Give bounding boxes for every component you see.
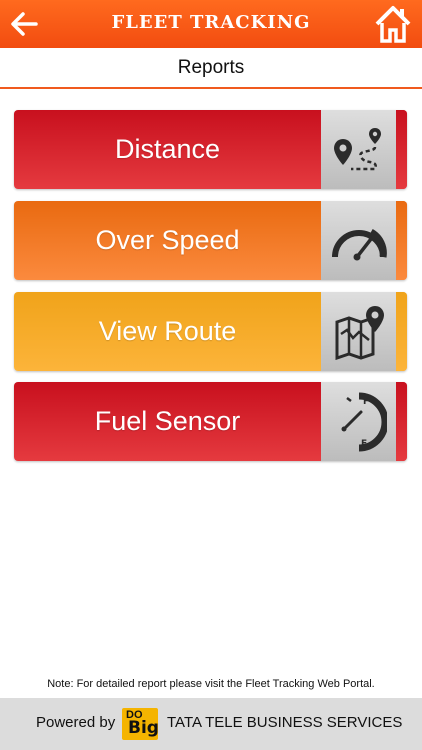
logo-text-bottom: Big (128, 718, 159, 738)
footer: Powered by DO Big TATA TELE BUSINESS SER… (0, 698, 422, 750)
home-icon (375, 6, 411, 43)
dobig-logo: DO Big (122, 708, 159, 740)
page-header: Reports (0, 48, 422, 89)
svg-text:E: E (361, 439, 367, 449)
report-stripe (396, 110, 407, 189)
portal-note: Note: For detailed report please visit t… (47, 678, 375, 690)
over-speed-report-button[interactable]: Over Speed (14, 201, 407, 280)
app-header: FLEET TRACKING (0, 0, 422, 48)
map-pin-icon (335, 305, 384, 360)
report-label: Distance (114, 134, 221, 164)
report-stripe (396, 201, 407, 280)
fuel-sensor-report-button[interactable]: Fuel Sensor F E (14, 382, 407, 461)
report-label: Fuel Sensor (94, 406, 241, 436)
page-title: Reports (177, 57, 245, 78)
report-stripe (396, 292, 407, 371)
view-route-report-button[interactable]: View Route (14, 292, 407, 371)
report-label: Over Speed (95, 225, 240, 255)
home-button[interactable] (374, 4, 412, 44)
report-stripe (396, 382, 407, 461)
company-name: TATA TELE BUSINESS SERVICES (167, 714, 403, 731)
report-icon-box (321, 292, 396, 371)
speedometer-icon (331, 228, 387, 260)
fuel-gauge-icon: F E (341, 392, 387, 451)
report-icon-box (321, 110, 396, 189)
report-icon-box (321, 201, 396, 280)
route-distance-icon (333, 127, 381, 170)
report-label: View Route (98, 316, 237, 346)
powered-by-text: Powered by (36, 714, 116, 731)
app-title: FLEET TRACKING (111, 12, 311, 33)
svg-text:F: F (363, 397, 369, 407)
report-icon-box: F E (321, 382, 396, 461)
distance-report-button[interactable]: Distance (14, 110, 407, 189)
